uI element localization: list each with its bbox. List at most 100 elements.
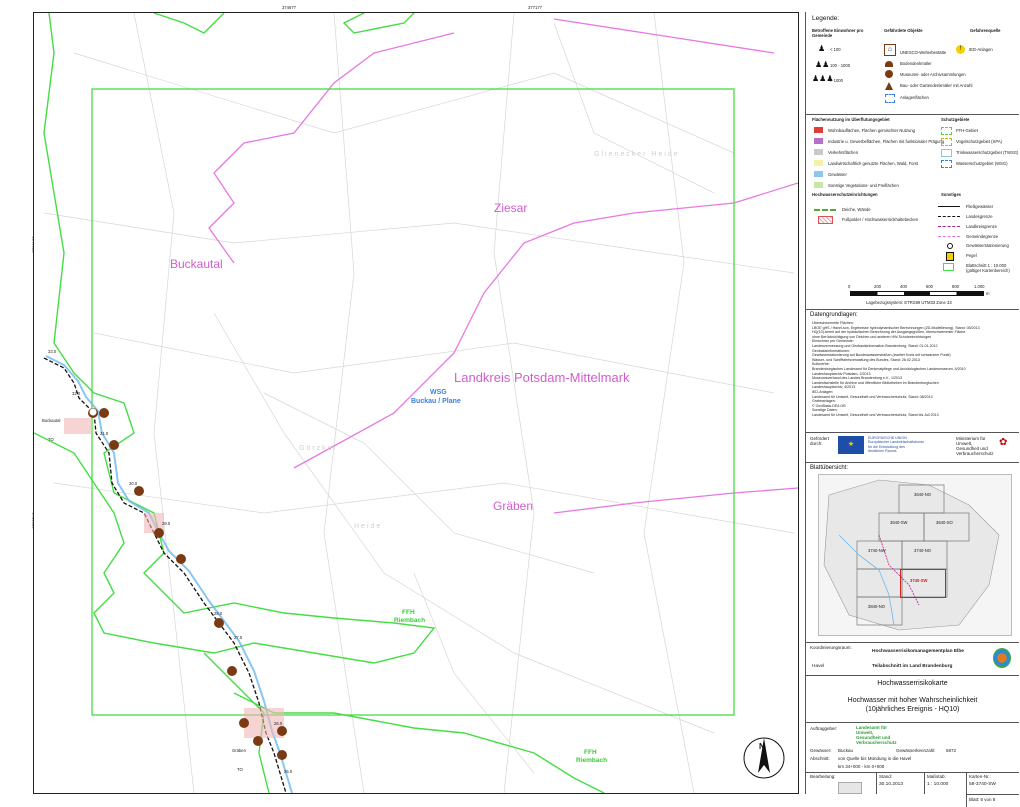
river-name-label: Gewässer: bbox=[810, 748, 832, 753]
ffh-label-name: Riembach bbox=[576, 757, 608, 764]
legend-divider bbox=[966, 794, 1019, 795]
ffh-area-outline bbox=[233, 692, 605, 793]
legend-divider bbox=[806, 642, 1019, 643]
legend-section-title: Sonstiges bbox=[941, 192, 962, 197]
terrain-label: Heide bbox=[354, 523, 383, 530]
legend-divider bbox=[806, 675, 1019, 676]
map-canvas[interactable]: Ziesar Buckautal Landkreis Potsdam-Mitte… bbox=[33, 12, 799, 794]
misc-label: Landesgrenze bbox=[966, 214, 993, 219]
scale-tick: 0 bbox=[848, 284, 851, 289]
museum-icon bbox=[885, 70, 893, 78]
land-use-swatch bbox=[814, 182, 823, 188]
map-number: 58-3740-SW bbox=[969, 782, 996, 787]
dike-swatch bbox=[814, 209, 836, 211]
settlement-area bbox=[64, 418, 92, 434]
place-label-buckautal: Buckautal bbox=[170, 257, 223, 271]
ffh-area-outline bbox=[34, 13, 436, 664]
scale-tick: 400 bbox=[900, 284, 907, 289]
hwrm-logo-icon bbox=[993, 648, 1011, 668]
facility-icon bbox=[885, 94, 895, 103]
monument-markers bbox=[88, 408, 287, 760]
overview-map[interactable] bbox=[818, 474, 1012, 636]
overview-sheet-label: 3740-NW bbox=[868, 548, 886, 553]
municipality-boundary bbox=[208, 32, 455, 264]
legend-section-title: Flächennutzung im Überflutungsgebiet bbox=[812, 117, 890, 122]
river-km-label: 28.0 bbox=[214, 611, 223, 616]
gauge-icon bbox=[946, 252, 954, 261]
company-logo-icon bbox=[838, 782, 862, 794]
processing-label: Bearbeitung: bbox=[810, 774, 836, 779]
map-type: Hochwasserrisikokarte bbox=[877, 680, 948, 687]
overview-current-sheet[interactable] bbox=[900, 569, 946, 598]
land-use-swatch bbox=[814, 149, 823, 155]
flood-label: Deiche, Wände bbox=[842, 207, 871, 212]
river-swatch bbox=[938, 206, 960, 207]
map-sheet: 374677 377177 374677 377177 5798123 5795… bbox=[0, 0, 1020, 807]
place-label-landkreis: Landkreis Potsdam-Mittelmark bbox=[454, 370, 630, 385]
section-value: von Quelle bis Mündung in die Havel bbox=[838, 756, 912, 761]
flood-label: Fußpolder / Hochwasserrückhaltebecken bbox=[842, 217, 919, 222]
river-km-label: 32.0 bbox=[72, 391, 81, 396]
legend-divider bbox=[806, 309, 1019, 310]
section-label: Abschnitt: bbox=[810, 756, 830, 761]
ffh-label-name: Riembach bbox=[394, 617, 426, 624]
scenario-line2: (10jährliches Ereignis - HQ10) bbox=[865, 706, 960, 713]
land-use-swatch bbox=[814, 127, 823, 133]
scale-label: Maßstab: bbox=[927, 774, 946, 779]
river-km-label: 30.0 bbox=[129, 481, 138, 486]
land-use-label: Verkehrsflächen bbox=[828, 150, 859, 155]
overview-svg bbox=[823, 479, 1000, 631]
misc-label: Landkreisgrenze bbox=[966, 224, 997, 229]
legend-object: Museums- oder Archivsammlungen bbox=[900, 72, 966, 77]
footer-divider bbox=[876, 772, 877, 794]
scale-tick: 200 bbox=[874, 284, 881, 289]
eu-text: EUROPÄISCHE UNION Europäischer Landwirts… bbox=[868, 436, 924, 453]
municipal-border-swatch bbox=[938, 236, 960, 237]
river-km-label: 31.0 bbox=[100, 431, 109, 436]
ffh-label: FFH bbox=[402, 609, 415, 616]
footer-divider bbox=[966, 772, 967, 807]
unesco-icon: ⌂ bbox=[884, 44, 896, 56]
legend-divider bbox=[806, 114, 1019, 115]
monument-icon bbox=[885, 82, 893, 90]
misc-label: Fließgewässer bbox=[966, 204, 994, 209]
protected-swatch-ffh bbox=[941, 127, 952, 135]
protected-label: Wasserschutzgebiet (WSG) bbox=[956, 161, 1008, 166]
protected-swatch-spa bbox=[941, 138, 952, 146]
river-code-label: Gewässerkennzahl: bbox=[896, 748, 936, 753]
plan-subtitle: Teilabschnitt im Land Brandenburg bbox=[872, 664, 953, 669]
footer-divider bbox=[924, 772, 925, 794]
wsg-label: WSG bbox=[430, 389, 447, 396]
land-use-label: Landwirtschaftlich genutzte Flächen, Wal… bbox=[828, 161, 919, 166]
legend-object: Anlagenflächen bbox=[900, 95, 929, 100]
protected-swatch-twsg bbox=[941, 149, 952, 157]
river-name: Buckau bbox=[838, 748, 854, 753]
top-tick-label: 374677 bbox=[282, 5, 296, 10]
settlement-label: Buckautal bbox=[42, 418, 61, 423]
legend-section-title: Hochwasserschutzeinrichtungen bbox=[812, 192, 878, 197]
client-label: Auftraggeber: bbox=[810, 726, 838, 731]
legend-divider bbox=[806, 432, 1019, 433]
municipality-boundary bbox=[293, 182, 798, 469]
district-border-swatch bbox=[938, 226, 960, 227]
overview-sheet-label: 3840-NO bbox=[868, 604, 885, 609]
legend-persons: 100 - 1000 bbox=[830, 63, 851, 68]
misc-label: Pegel bbox=[966, 253, 977, 258]
legend-divider bbox=[806, 462, 1019, 463]
misc-label: Gewässerstationierung bbox=[966, 243, 1009, 248]
station-swatch bbox=[947, 243, 953, 249]
place-label-ziesar: Ziesar bbox=[494, 201, 528, 215]
legend-section-title: Schutzgebiete bbox=[941, 117, 970, 122]
eu-flag-icon: ★ bbox=[838, 436, 864, 454]
land-use-label: Industrie u. Gewerbeflächen, Flächen mit… bbox=[828, 139, 945, 144]
north-arrow-label: N bbox=[759, 742, 765, 751]
crs-label: Lagebezugssystem: ETRS89 UTM33 Zone 33 bbox=[866, 300, 952, 305]
legend-hazard: IED-Anlagen bbox=[969, 47, 993, 52]
overview-sheet-label: 3640-SW bbox=[890, 520, 908, 525]
scale-bar bbox=[850, 291, 984, 296]
person-icon: ♟♟ bbox=[815, 60, 830, 69]
ffh-area-outline bbox=[342, 13, 415, 34]
legend-divider bbox=[806, 722, 1019, 723]
land-use-label: Sonstige Vegetations- und Freiflächen bbox=[828, 183, 899, 188]
land-use-label: Wohnbauflächen, Flächen gemischter Nutzu… bbox=[828, 128, 915, 133]
